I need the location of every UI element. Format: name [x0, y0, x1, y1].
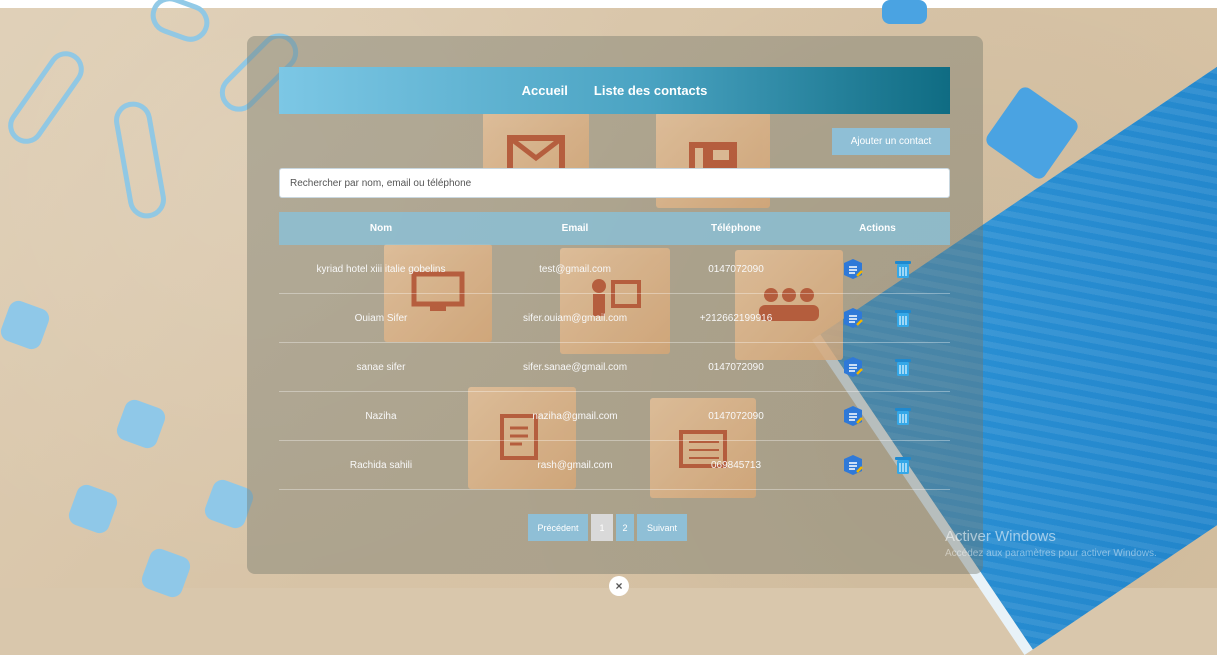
contact-phone: 0147072090 [708, 410, 764, 422]
windows-activation-title: Activer Windows [945, 528, 1056, 545]
delete-icon[interactable] [892, 405, 914, 427]
page-2-button[interactable]: 2 [616, 514, 634, 541]
edit-icon[interactable] [842, 405, 864, 427]
contact-phone: 069845713 [710, 459, 762, 471]
table-header: Nom Email Téléphone Actions [279, 212, 950, 245]
edit-icon[interactable] [842, 258, 864, 280]
row-actions [805, 405, 950, 427]
search-input[interactable] [279, 168, 950, 198]
contact-name: kyriad hotel xiii italie gobelins [316, 263, 446, 275]
contacts-table: Nom Email Téléphone Actions kyriad hotel… [279, 212, 950, 490]
windows-activation-subtitle: Accédez aux paramètres pour activer Wind… [945, 548, 1157, 559]
contact-email: rash@gmail.com [537, 459, 613, 471]
edit-icon[interactable] [842, 307, 864, 329]
page-1-button[interactable]: 1 [591, 514, 613, 541]
contact-name: sanae sifer [356, 361, 406, 373]
contact-name: Naziha [365, 410, 397, 422]
add-contact-button[interactable]: Ajouter un contact [832, 128, 950, 155]
contact-name: Ouiam Sifer [354, 312, 408, 324]
delete-icon[interactable] [892, 356, 914, 378]
previous-page-button[interactable]: Précédent [528, 514, 588, 541]
table-row: Rachida sahili rash@gmail.com 069845713 [279, 441, 950, 490]
next-page-button[interactable]: Suivant [637, 514, 687, 541]
contact-email: sifer.sanae@gmail.com [522, 361, 628, 373]
nav-contacts-link[interactable]: Liste des contacts [594, 83, 707, 98]
header-name: Nom [369, 223, 393, 234]
table-row: sanae sifer sifer.sanae@gmail.com 014707… [279, 343, 950, 392]
edit-icon[interactable] [842, 356, 864, 378]
delete-icon[interactable] [892, 307, 914, 329]
row-actions [805, 307, 950, 329]
contact-email: sifer.ouiam@gmail.com [522, 312, 628, 324]
contact-phone: 0147072090 [708, 361, 764, 373]
delete-icon[interactable] [892, 454, 914, 476]
table-row: kyriad hotel xiii italie gobelins test@g… [279, 245, 950, 294]
header-email: Email [561, 223, 589, 234]
table-row: Naziha naziha@gmail.com 0147072090 [279, 392, 950, 441]
contact-email: naziha@gmail.com [532, 410, 618, 422]
close-icon[interactable]: × [609, 576, 629, 596]
contact-phone: 0147072090 [708, 263, 764, 275]
header-actions: Actions [859, 223, 896, 234]
delete-icon[interactable] [892, 258, 914, 280]
binder-clip-decoration [882, 0, 927, 24]
pagination: Précédent 1 2 Suivant [528, 514, 687, 541]
contact-name: Rachida sahili [349, 459, 413, 471]
top-navbar: Accueil Liste des contacts [279, 67, 950, 114]
contact-email: test@gmail.com [539, 263, 611, 275]
nav-home-link[interactable]: Accueil [522, 83, 568, 98]
contact-phone: +212662199916 [699, 312, 773, 324]
header-phone: Téléphone [710, 223, 761, 234]
row-actions [805, 454, 950, 476]
table-row: Ouiam Sifer sifer.ouiam@gmail.com +21266… [279, 294, 950, 343]
row-actions [805, 258, 950, 280]
edit-icon[interactable] [842, 454, 864, 476]
row-actions [805, 356, 950, 378]
